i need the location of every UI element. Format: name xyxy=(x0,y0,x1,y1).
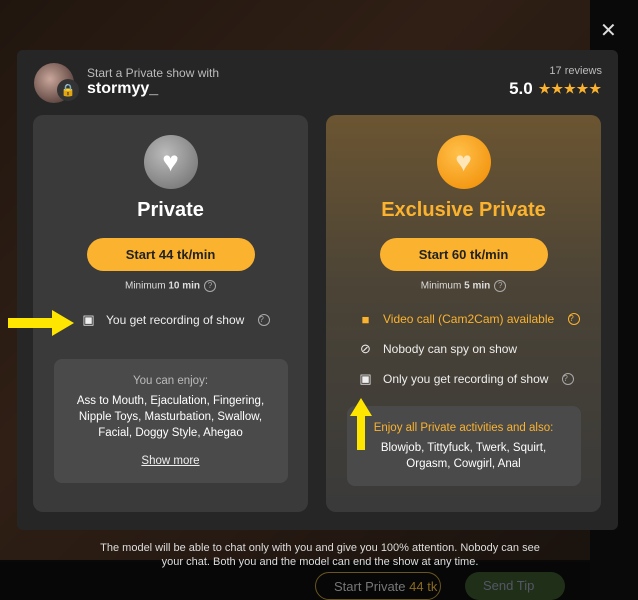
start-private-button[interactable]: Start Private 44 tk xyxy=(315,572,441,600)
minimum-duration: Minimum 5 min? xyxy=(326,280,601,292)
heart-icon: ♥ xyxy=(436,135,491,189)
private-card: ♥ Private Start 44 tk/min Minimum 10 min… xyxy=(33,115,308,512)
close-icon[interactable]: ✕ xyxy=(600,18,617,43)
arrow-annotation-icon xyxy=(350,398,372,450)
modal-subtitle: Start a Private show with xyxy=(87,66,220,80)
enjoy-box: Enjoy all Private activities and also: B… xyxy=(346,406,581,486)
arrow-annotation-icon xyxy=(8,310,74,336)
video-camera-icon: ■ xyxy=(361,311,370,327)
help-icon[interactable]: ? xyxy=(568,313,581,325)
start-private-44-button[interactable]: Start 44 tk/min xyxy=(86,238,255,271)
exclusive-private-card: ♥ Exclusive Private Start 60 tk/min Mini… xyxy=(326,115,601,512)
model-username: stormyy_ xyxy=(87,80,159,97)
help-icon[interactable]: ? xyxy=(258,314,271,326)
feature-recording: ▣ Only you get recording of show? xyxy=(326,364,601,394)
recording-icon: ▣ xyxy=(359,371,372,386)
private-show-modal: 🔒 Start a Private show with stormyy_ 17 … xyxy=(17,50,618,530)
heart-icon: ♥ xyxy=(143,135,198,189)
star-icons: ★★★★★ xyxy=(538,81,602,96)
card-title: Private xyxy=(137,199,204,221)
start-exclusive-60-button[interactable]: Start 60 tk/min xyxy=(379,238,548,271)
enjoy-box: You can enjoy: Ass to Mouth, Ejaculation… xyxy=(53,359,288,483)
card-title: Exclusive Private xyxy=(381,199,546,221)
feature-no-spy: ⊘ Nobody can spy on show xyxy=(326,334,601,364)
recording-icon: ▣ xyxy=(82,312,95,327)
show-more-link[interactable]: Show more xyxy=(141,453,199,469)
help-icon[interactable]: ? xyxy=(494,280,507,292)
rating: 5.0 ★★★★★ xyxy=(509,79,602,98)
send-tip-button[interactable]: Send Tip xyxy=(465,572,565,600)
feature-recording: ▣ You get recording of show? xyxy=(33,305,308,335)
help-icon[interactable]: ? xyxy=(562,373,575,385)
footer-note: The model will be able to chat only with… xyxy=(100,542,540,568)
feature-cam2cam: ■ Video call (Cam2Cam) available? xyxy=(326,304,601,334)
eye-off-icon: ⊘ xyxy=(360,341,371,356)
help-icon[interactable]: ? xyxy=(204,280,217,292)
reviews-count[interactable]: 17 reviews xyxy=(549,65,602,77)
lock-icon: 🔒 xyxy=(57,79,79,101)
minimum-duration: Minimum 10 min? xyxy=(33,280,308,292)
